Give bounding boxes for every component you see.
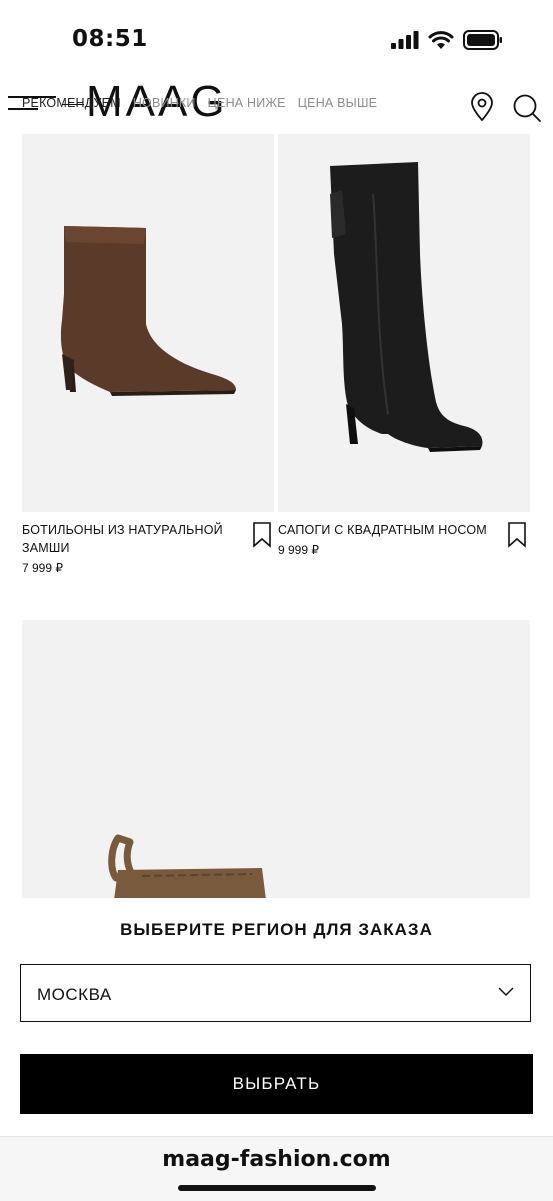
wifi-icon — [428, 30, 454, 49]
battery-icon — [463, 30, 502, 50]
region-select-value: МОСКВА — [37, 985, 112, 1004]
sort-recommended[interactable]: РЕКОМЕНДУЕМ — [22, 96, 121, 110]
status-bar: 08:51 — [0, 0, 553, 80]
suede-ankle-boot-image — [60, 226, 237, 396]
sheet-title: ВЫБЕРИТЕ РЕГИОН ДЛЯ ЗАКАЗА — [120, 920, 433, 939]
cellular-signal-icon — [391, 31, 419, 49]
product-image-chelsea-boots[interactable] — [22, 620, 530, 900]
region-select[interactable]: МОСКВА — [20, 964, 531, 1022]
bookmark-icon[interactable] — [508, 522, 526, 548]
product-price: 7 999 ₽ — [22, 561, 63, 575]
region-sheet: ВЫБЕРИТЕ РЕГИОН ДЛЯ ЗАКАЗА МОСКВА ВЫБРАТ… — [0, 898, 553, 1138]
sort-new[interactable]: НОВИНКИ — [133, 96, 196, 110]
status-time: 08:51 — [72, 26, 148, 52]
search-icon[interactable] — [512, 93, 542, 123]
url-text: maag-fashion.com — [162, 1147, 391, 1172]
sort-price-low[interactable]: ЦЕНА НИЖЕ — [208, 96, 286, 110]
home-indicator[interactable] — [178, 1185, 376, 1191]
product-image-tall-boots[interactable] — [278, 134, 530, 512]
product-title[interactable]: БОТИЛЬОНЫ ИЗ НАТУРАЛЬНОЙ ЗАМШИ — [22, 521, 242, 557]
product-title[interactable]: САПОГИ С КВАДРАТНЫМ НОСОМ — [278, 521, 498, 539]
chevron-down-icon — [498, 987, 514, 997]
chelsea-boot-image — [108, 834, 266, 900]
location-pin-icon[interactable] — [470, 92, 494, 122]
product-image-ankle-boots[interactable] — [22, 134, 274, 512]
site-header: MAAG РЕКОМЕНДУЕМ НОВИНКИ ЦЕНА НИЖЕ ЦЕНА … — [0, 80, 553, 132]
status-icons — [391, 30, 503, 50]
sort-price-high[interactable]: ЦЕНА ВЫШЕ — [298, 96, 377, 110]
bookmark-icon[interactable] — [253, 522, 271, 548]
leather-tall-boot-image — [330, 162, 483, 452]
browser-url-bar[interactable]: maag-fashion.com — [0, 1136, 553, 1201]
choose-region-button[interactable]: ВЫБРАТЬ — [20, 1054, 533, 1114]
product-price: 9 999 ₽ — [278, 543, 319, 557]
sort-tabs: РЕКОМЕНДУЕМ НОВИНКИ ЦЕНА НИЖЕ ЦЕНА ВЫШЕ — [22, 96, 377, 110]
